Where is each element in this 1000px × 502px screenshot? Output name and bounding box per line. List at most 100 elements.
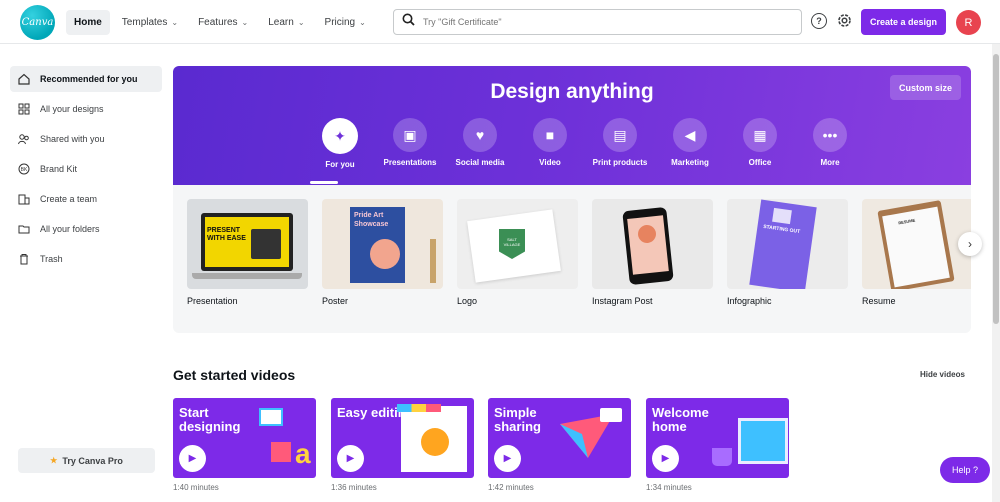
- category-label: Marketing: [671, 158, 709, 167]
- sidebar-item-all-designs[interactable]: All your designs: [10, 96, 162, 122]
- template-card-presentation[interactable]: PRESENT WITH EASE Presentation: [187, 199, 308, 306]
- laptop-base: [192, 273, 302, 279]
- category-label: Video: [539, 158, 561, 167]
- people-icon: [18, 133, 30, 145]
- download-icon: [600, 408, 622, 422]
- sidebar-item-label: Trash: [40, 254, 63, 264]
- videos-section-title: Get started videos: [173, 367, 296, 383]
- nav-pricing[interactable]: Pricing ⌄: [317, 10, 374, 35]
- search-input[interactable]: [423, 17, 783, 27]
- thumb-text: Pride Art Showcase: [354, 212, 389, 228]
- category-label: For you: [325, 160, 355, 169]
- nav-features[interactable]: Features ⌄: [190, 10, 256, 35]
- letter-a-graphic: a: [295, 438, 311, 469]
- category-label: Office: [748, 158, 772, 167]
- chevron-right-icon: ›: [968, 237, 972, 251]
- top-bar: Canva Home Templates ⌄ Features ⌄ Learn ⌄ P…: [0, 0, 1000, 44]
- crown-icon: ★: [50, 456, 58, 465]
- sidebar-item-label: All your folders: [40, 224, 100, 234]
- sidebar-item-brand-kit[interactable]: BK Brand Kit: [10, 156, 162, 182]
- folder-icon: [18, 223, 30, 235]
- sidebar-item-label: All your designs: [40, 104, 104, 114]
- sidebar-item-shared[interactable]: Shared with you: [10, 126, 162, 152]
- video-duration: 1:36 minutes: [331, 483, 377, 492]
- template-thumbnail: STARTING OUT: [727, 199, 848, 289]
- photo-placeholder: [251, 229, 281, 259]
- sparkle-icon: ✦: [322, 118, 358, 154]
- scrollbar-thumb[interactable]: [993, 54, 999, 324]
- category-video[interactable]: ■ Video: [515, 118, 585, 169]
- video-title: Welcome home: [652, 405, 709, 434]
- template-label: Logo: [457, 296, 478, 306]
- sidebar-item-recommended[interactable]: Recommended for you: [10, 66, 162, 92]
- template-card-logo[interactable]: SALT VILLAGE Logo: [457, 199, 578, 306]
- play-icon[interactable]: ▶: [337, 445, 364, 472]
- video-icon: ■: [533, 118, 567, 152]
- template-card-poster[interactable]: Pride Art Showcase Poster: [322, 199, 443, 306]
- megaphone-icon: ◀: [673, 118, 707, 152]
- video-duration: 1:42 minutes: [488, 483, 534, 492]
- chevron-down-icon: ⌄: [241, 18, 249, 27]
- try-canva-pro-button[interactable]: ★ Try Canva Pro: [18, 448, 155, 473]
- category-presentations[interactable]: ▣ Presentations: [375, 118, 445, 169]
- help-icon[interactable]: ?: [811, 13, 827, 29]
- sidebar-item-label: Create a team: [40, 194, 98, 204]
- category-more[interactable]: ••• More: [795, 118, 865, 169]
- grid-icon: [18, 103, 30, 115]
- play-icon[interactable]: ▶: [494, 445, 521, 472]
- template-label: Presentation: [187, 296, 238, 306]
- template-card-infographic[interactable]: STARTING OUT Infographic: [727, 199, 848, 306]
- category-social-media[interactable]: ♥ Social media: [445, 118, 515, 169]
- play-icon[interactable]: ▶: [179, 445, 206, 472]
- template-thumbnail: RESUME: [862, 199, 971, 289]
- create-design-button[interactable]: Create a design: [861, 9, 946, 35]
- avatar[interactable]: R: [956, 10, 981, 35]
- video-thumbnail: Welcome home ▶: [646, 398, 789, 478]
- search-bar[interactable]: [393, 9, 802, 35]
- category-label: Presentations: [383, 158, 437, 167]
- gear-icon[interactable]: [836, 12, 853, 34]
- briefcase-icon: ▦: [743, 118, 777, 152]
- category-print-products[interactable]: ▤ Print products: [585, 118, 655, 169]
- video-card-start-designing[interactable]: Start designing a ▶ 1:40 minutes: [173, 398, 316, 492]
- template-carousel: PRESENT WITH EASE Presentation Pride Art…: [173, 185, 971, 333]
- color-swatches: [397, 404, 441, 412]
- custom-size-button[interactable]: Custom size: [890, 75, 961, 100]
- video-thumbnail: Easy editing ▶: [331, 398, 474, 478]
- video-card-welcome-home[interactable]: Welcome home ▶ 1:34 minutes: [646, 398, 789, 492]
- chevron-down-icon: ⌄: [171, 18, 179, 27]
- video-card-easy-editing[interactable]: Easy editing ▶ 1:36 minutes: [331, 398, 474, 492]
- help-button[interactable]: Help ?: [940, 457, 990, 483]
- nav-label: Templates: [121, 17, 168, 28]
- search-icon: [402, 13, 415, 31]
- main-nav: Home Templates ⌄ Features ⌄ Learn ⌄ Pricing…: [66, 10, 374, 35]
- carousel-next-button[interactable]: ›: [958, 232, 982, 256]
- sidebar-item-trash[interactable]: Trash: [10, 246, 162, 272]
- category-for-you[interactable]: ✦ For you: [305, 118, 375, 169]
- template-label: Poster: [322, 296, 349, 306]
- video-card-simple-sharing[interactable]: Simple sharing ▶ 1:42 minutes: [488, 398, 631, 492]
- print-icon: ▤: [603, 118, 637, 152]
- monitor-graphic: [738, 418, 788, 464]
- hide-videos-link[interactable]: Hide videos: [920, 370, 965, 379]
- canva-logo[interactable]: Canva: [20, 5, 55, 40]
- sidebar-item-folders[interactable]: All your folders: [10, 216, 162, 242]
- category-office[interactable]: ▦ Office: [725, 118, 795, 169]
- play-card-graphic: [259, 408, 283, 426]
- nav-home[interactable]: Home: [66, 10, 110, 35]
- page-scrollbar[interactable]: [992, 44, 1000, 502]
- nav-label: Learn: [268, 17, 294, 28]
- nav-learn[interactable]: Learn ⌄: [260, 10, 312, 35]
- template-label: Instagram Post: [592, 296, 653, 306]
- template-card-resume[interactable]: RESUME Resume: [862, 199, 971, 306]
- category-marketing[interactable]: ◀ Marketing: [655, 118, 725, 169]
- poster-shape: [370, 239, 400, 269]
- template-card-instagram-post[interactable]: Instagram Post: [592, 199, 713, 306]
- nav-templates[interactable]: Templates ⌄: [114, 10, 186, 35]
- nav-label: Home: [74, 17, 102, 28]
- sidebar-item-create-team[interactable]: Create a team: [10, 186, 162, 212]
- play-icon[interactable]: ▶: [652, 445, 679, 472]
- star-tile-graphic: [271, 442, 291, 462]
- design-categories: ✦ For you ▣ Presentations ♥ Social media…: [305, 118, 865, 169]
- chevron-down-icon: ⌄: [359, 18, 366, 27]
